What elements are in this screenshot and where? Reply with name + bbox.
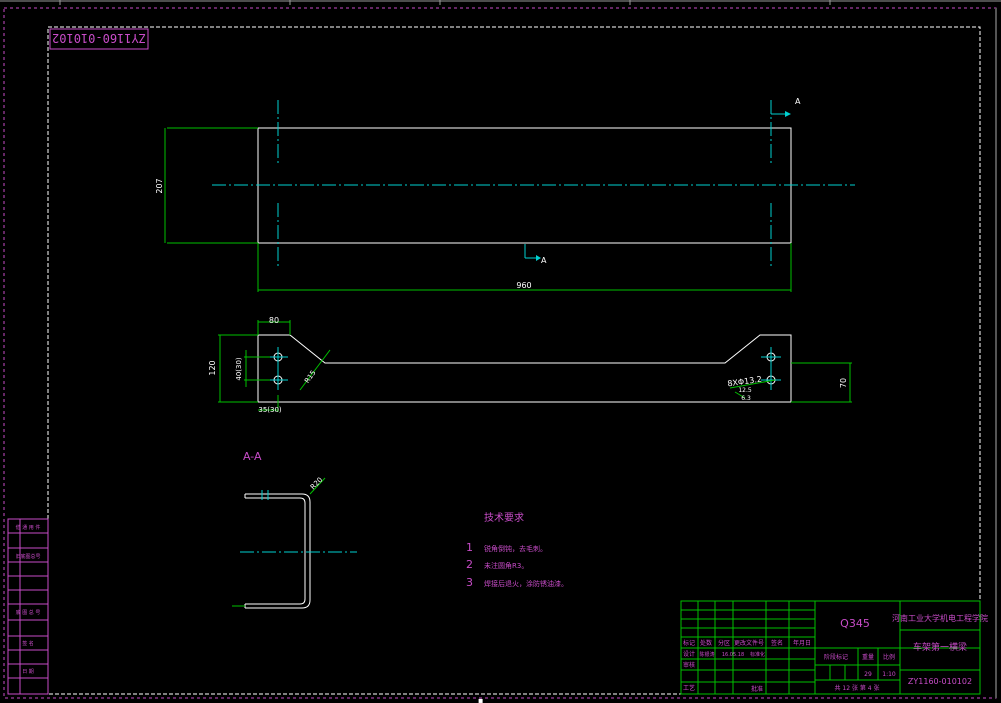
section-marker-bottom: A bbox=[541, 256, 547, 265]
tb-label-count: 处数 bbox=[700, 639, 712, 647]
tb-weight-label: 重量 bbox=[862, 653, 874, 661]
dim-120: 120 bbox=[208, 360, 217, 375]
section-view bbox=[232, 477, 357, 609]
section-title: A-A bbox=[243, 450, 262, 463]
roughness-label: 12.5 bbox=[738, 387, 752, 394]
note-3-text: 焊接后退火，涂防锈油漆。 bbox=[484, 579, 568, 588]
tb-material: Q345 bbox=[840, 617, 870, 630]
note-2-number: 2 bbox=[466, 558, 473, 571]
tb-part-name: 车架第一横梁 bbox=[913, 641, 967, 653]
left-strip-label-1: 借 通 用 件 bbox=[16, 524, 41, 531]
tb-label-zone: 分区 bbox=[718, 639, 730, 647]
tb-process-label: 工艺 bbox=[683, 684, 695, 692]
roughness-label-2: 6.3 bbox=[741, 395, 751, 402]
notes-title: 技术要求 bbox=[484, 511, 524, 524]
dim-207: 207 bbox=[155, 178, 164, 193]
notes-list: 1 锐角倒钝，去毛刺。 2 未注圆角R3。 3 焊接后退火，涂防锈油漆。 bbox=[466, 541, 568, 589]
tb-sheet-info: 共 12 张 第 4 张 bbox=[835, 684, 880, 692]
cad-drawing-canvas[interactable]: ZY1160-010102 A A 207 960 80 120 40(30) … bbox=[0, 0, 1001, 703]
dim-40: 40(30) bbox=[235, 357, 243, 381]
tb-drawing-number: ZY1160-010102 bbox=[908, 677, 972, 686]
note-1-number: 1 bbox=[466, 541, 473, 554]
front-view bbox=[218, 320, 852, 412]
dim-bend-radius: R20 bbox=[309, 476, 324, 491]
section-marker-top: A bbox=[795, 97, 801, 106]
left-strip bbox=[7, 518, 49, 695]
tb-date: 16.05.18 bbox=[722, 652, 744, 658]
tb-scale-label: 比例 bbox=[883, 653, 895, 661]
left-strip-label-4: 签 名 bbox=[22, 640, 34, 647]
tb-label-mark: 标记 bbox=[683, 639, 695, 647]
tb-weight: 29 bbox=[864, 671, 872, 678]
tb-label-change-doc: 更改文件号 bbox=[734, 639, 764, 647]
tb-scale: 1:10 bbox=[882, 671, 896, 678]
note-1-text: 锐角倒钝，去毛刺。 bbox=[484, 544, 547, 553]
tb-stage-label: 阶段标记 bbox=[824, 653, 848, 661]
tb-approve-label: 批准 bbox=[751, 685, 763, 693]
sheet-outer-border bbox=[3, 7, 997, 699]
dim-35: 35(30) bbox=[258, 406, 282, 414]
cursor-mark: ▪ bbox=[478, 696, 483, 703]
left-strip-label-5: 日 期 bbox=[22, 669, 34, 675]
drawing-frame bbox=[47, 26, 981, 695]
tb-std-label: 标准化 bbox=[750, 651, 765, 658]
tb-designer: 陈银涛 bbox=[699, 651, 714, 658]
left-strip-label-3: 底 图 总 号 bbox=[16, 609, 41, 616]
tb-label-sign: 签名 bbox=[771, 639, 783, 647]
note-2-text: 未注圆角R3。 bbox=[484, 561, 528, 570]
dim-80: 80 bbox=[269, 316, 279, 325]
mirrored-drawing-number: ZY1160-010102 bbox=[52, 31, 146, 45]
tb-review-label: 审核 bbox=[683, 661, 695, 669]
top-view bbox=[164, 100, 855, 292]
tb-design-label: 设计 bbox=[683, 650, 695, 658]
top-ruler bbox=[0, 0, 1001, 5]
dim-70: 70 bbox=[839, 378, 848, 388]
tb-label-date: 年月日 bbox=[793, 639, 811, 647]
left-strip-label-2: 旧底图总号 bbox=[15, 553, 40, 560]
note-3-number: 3 bbox=[466, 576, 473, 589]
tb-school: 河南工业大学机电工程学院 bbox=[892, 613, 988, 623]
dim-960: 960 bbox=[516, 281, 531, 290]
dim-chamfer: R15 bbox=[303, 369, 317, 385]
